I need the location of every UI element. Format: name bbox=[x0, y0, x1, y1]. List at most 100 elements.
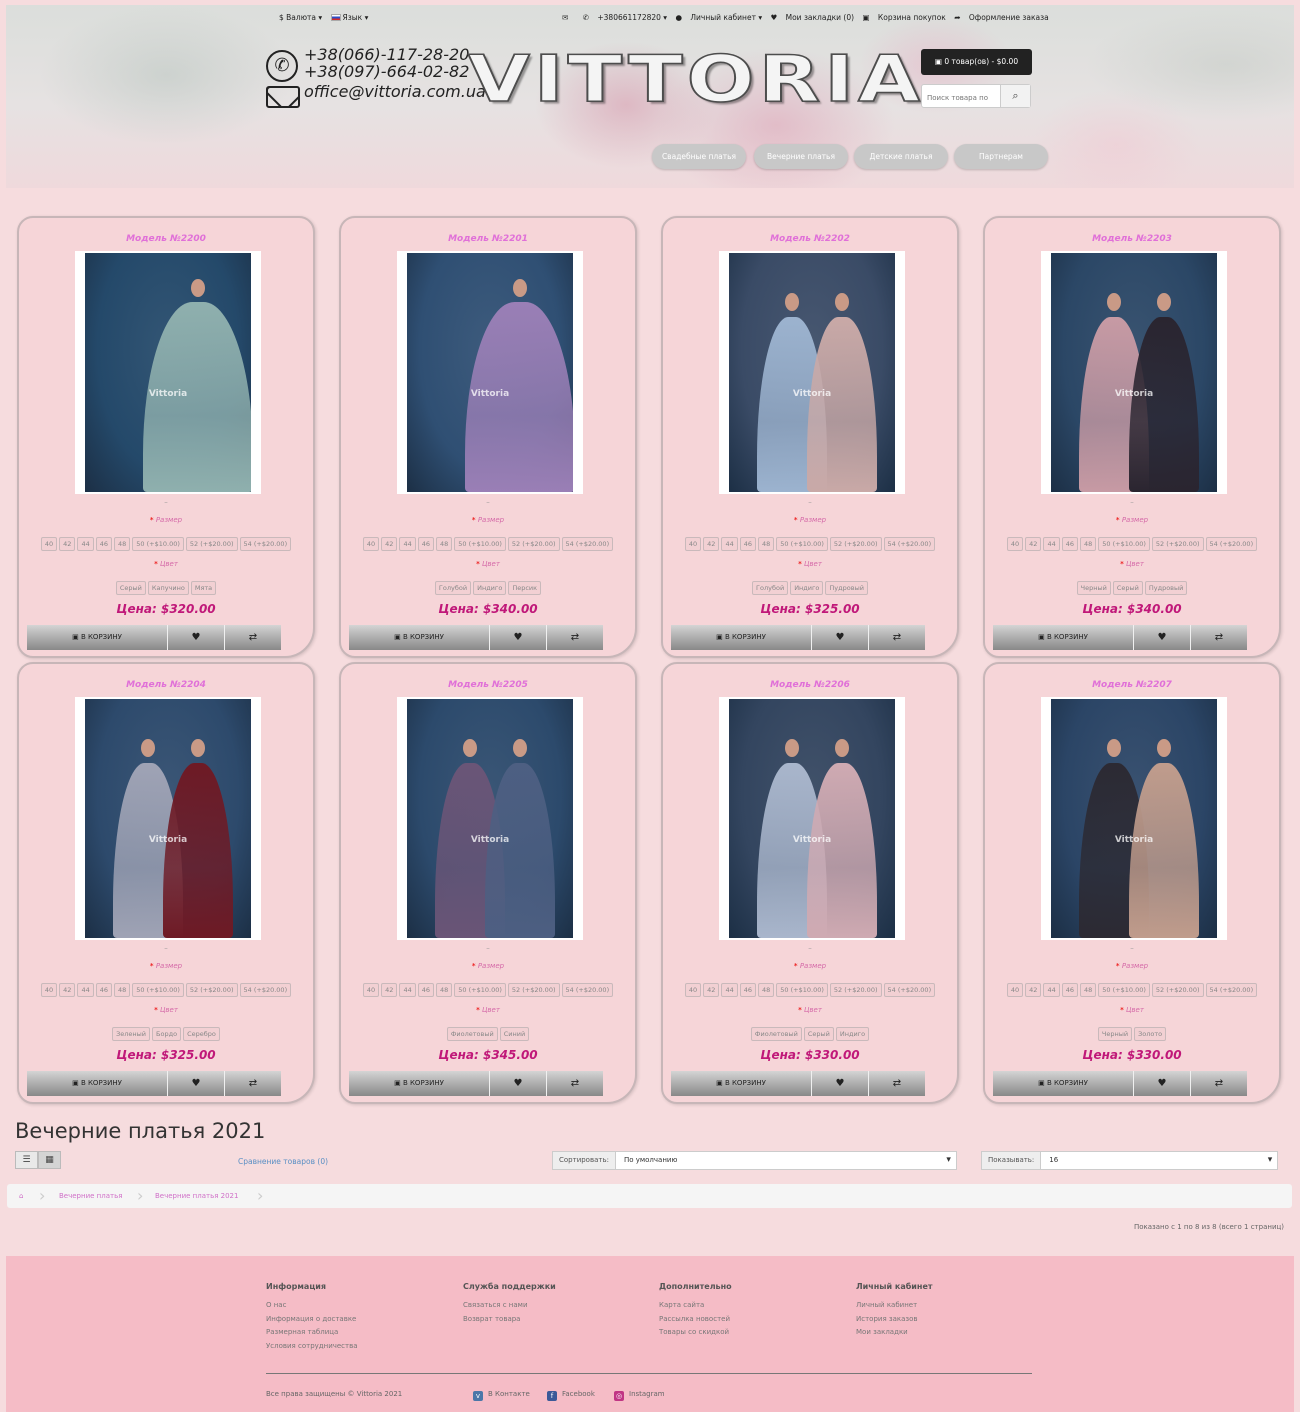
currency-dropdown[interactable]: $ Валюта ▾ bbox=[279, 13, 322, 22]
compare-button[interactable]: ⇄ bbox=[225, 625, 281, 650]
color-option[interactable]: Серебро bbox=[183, 1027, 220, 1041]
footer-link[interactable]: Товары со скидкой bbox=[659, 1326, 732, 1340]
footer-link[interactable]: Мои закладки bbox=[856, 1326, 933, 1340]
footer-link[interactable]: Возврат товара bbox=[463, 1313, 556, 1327]
product-image[interactable]: Vittoria bbox=[1041, 251, 1227, 494]
size-option[interactable]: 54 (+$20.00) bbox=[239, 983, 292, 997]
color-option[interactable]: Персик bbox=[508, 581, 542, 595]
social-facebook[interactable]: f Facebook bbox=[547, 1390, 595, 1401]
header-cart-button[interactable]: ▣ 0 товар(ов) - $0.00 bbox=[921, 49, 1032, 75]
add-to-wishlist-button[interactable]: ♥ bbox=[168, 625, 225, 650]
color-option[interactable]: Фиолетовый bbox=[446, 1027, 498, 1041]
size-option[interactable]: 48 bbox=[114, 983, 131, 997]
product-image[interactable]: Vittoria bbox=[1041, 697, 1227, 940]
footer-link[interactable]: История заказов bbox=[856, 1313, 933, 1327]
contact-phone-2[interactable]: +38(097)-664-02-82 bbox=[266, 63, 486, 80]
size-option[interactable]: 46 bbox=[1061, 983, 1078, 997]
nav-wedding-dresses[interactable]: Свадебные платья bbox=[652, 144, 746, 169]
product-title[interactable]: Модель №2206 bbox=[663, 680, 957, 690]
size-option[interactable]: 40 bbox=[362, 537, 380, 551]
color-option[interactable]: Голубой bbox=[752, 581, 789, 595]
wishlist-link[interactable]: ♥ Мои закладки (0) bbox=[771, 13, 855, 22]
size-option[interactable]: 50 (+$10.00) bbox=[776, 537, 828, 551]
add-to-cart-button[interactable]: ▣ В КОРЗИНУ bbox=[349, 1071, 490, 1096]
size-option[interactable]: 40 bbox=[362, 983, 380, 997]
size-option[interactable]: 40 bbox=[40, 983, 58, 997]
size-option[interactable]: 42 bbox=[381, 537, 398, 551]
size-option[interactable]: 50 (+$10.00) bbox=[132, 537, 184, 551]
footer-link[interactable]: Личный кабинет bbox=[856, 1299, 933, 1313]
size-option[interactable]: 42 bbox=[1025, 983, 1042, 997]
footer-link[interactable]: Рассылка новостей bbox=[659, 1313, 732, 1327]
product-image[interactable]: Vittoria bbox=[75, 251, 261, 494]
size-option[interactable]: 42 bbox=[1025, 537, 1042, 551]
size-option[interactable]: 54 (+$20.00) bbox=[239, 537, 292, 551]
color-option[interactable]: Зеленый bbox=[112, 1027, 151, 1041]
color-option[interactable]: Серый bbox=[1112, 581, 1143, 595]
size-option[interactable]: 40 bbox=[1006, 983, 1024, 997]
color-option[interactable]: Пудровый bbox=[825, 581, 868, 595]
size-option[interactable]: 44 bbox=[399, 537, 416, 551]
search-input[interactable] bbox=[922, 87, 1000, 109]
size-option[interactable]: 52 (+$20.00) bbox=[829, 983, 882, 997]
mail-link[interactable]: ✉ bbox=[562, 13, 574, 22]
size-option[interactable]: 48 bbox=[758, 983, 775, 997]
size-option[interactable]: 52 (+$20.00) bbox=[507, 537, 560, 551]
size-option[interactable]: 46 bbox=[417, 983, 434, 997]
size-option[interactable]: 40 bbox=[40, 537, 58, 551]
home-icon[interactable]: ⌂ bbox=[19, 1184, 23, 1208]
product-image[interactable]: Vittoria bbox=[719, 697, 905, 940]
footer-link[interactable]: О нас bbox=[266, 1299, 358, 1313]
footer-link[interactable]: Размерная таблица bbox=[266, 1326, 358, 1340]
compare-button[interactable]: ⇄ bbox=[225, 1071, 281, 1096]
cart-link[interactable]: ▣ Корзина покупок bbox=[862, 13, 945, 22]
color-option[interactable]: Золото bbox=[1134, 1027, 1167, 1041]
size-option[interactable]: 44 bbox=[399, 983, 416, 997]
checkout-link[interactable]: ➦ Оформление заказа bbox=[954, 13, 1049, 22]
add-to-cart-button[interactable]: ▣ В КОРЗИНУ bbox=[349, 625, 490, 650]
add-to-wishlist-button[interactable]: ♥ bbox=[812, 1071, 869, 1096]
product-title[interactable]: Модель №2203 bbox=[985, 234, 1279, 244]
language-dropdown[interactable]: Язык ▾ bbox=[330, 13, 368, 22]
color-option[interactable]: Пудровый bbox=[1144, 581, 1188, 595]
product-image[interactable]: Vittoria bbox=[397, 697, 583, 940]
compare-link[interactable]: Сравнение товаров (0) bbox=[238, 1157, 328, 1166]
size-option[interactable]: 44 bbox=[77, 983, 94, 997]
size-option[interactable]: 48 bbox=[758, 537, 775, 551]
color-option[interactable]: Серый bbox=[803, 1027, 834, 1041]
social-vk[interactable]: vВ Контакте bbox=[473, 1390, 530, 1401]
color-option[interactable]: Индиго bbox=[790, 581, 824, 595]
add-to-wishlist-button[interactable]: ♥ bbox=[1134, 1071, 1191, 1096]
size-option[interactable]: 52 (+$20.00) bbox=[507, 983, 560, 997]
breadcrumb-evening-dresses[interactable]: Вечерние платья bbox=[59, 1184, 122, 1208]
compare-button[interactable]: ⇄ bbox=[1191, 625, 1247, 650]
size-option[interactable]: 40 bbox=[684, 537, 702, 551]
size-option[interactable]: 52 (+$20.00) bbox=[1151, 983, 1204, 997]
product-image[interactable]: Vittoria bbox=[719, 251, 905, 494]
footer-link[interactable]: Условия сотрудничества bbox=[266, 1340, 358, 1354]
size-option[interactable]: 50 (+$10.00) bbox=[1098, 983, 1150, 997]
color-option[interactable]: Мята bbox=[190, 581, 217, 595]
size-option[interactable]: 54 (+$20.00) bbox=[561, 537, 614, 551]
size-option[interactable]: 40 bbox=[684, 983, 702, 997]
size-option[interactable]: 48 bbox=[436, 537, 453, 551]
nav-partners[interactable]: Партнерам bbox=[954, 144, 1048, 169]
color-option[interactable]: Голубой bbox=[434, 581, 472, 595]
size-option[interactable]: 42 bbox=[381, 983, 398, 997]
size-option[interactable]: 52 (+$20.00) bbox=[1151, 537, 1204, 551]
product-title[interactable]: Модель №2201 bbox=[341, 234, 635, 244]
color-option[interactable]: Фиолетовый bbox=[750, 1027, 802, 1041]
compare-button[interactable]: ⇄ bbox=[547, 1071, 603, 1096]
size-option[interactable]: 50 (+$10.00) bbox=[454, 983, 506, 997]
size-option[interactable]: 52 (+$20.00) bbox=[185, 983, 238, 997]
limit-select[interactable]: 16 bbox=[1041, 1151, 1279, 1170]
list-view-button[interactable]: ☰ bbox=[15, 1151, 38, 1169]
size-option[interactable]: 42 bbox=[703, 537, 720, 551]
color-option[interactable]: Капучино bbox=[147, 581, 189, 595]
size-option[interactable]: 54 (+$20.00) bbox=[1205, 537, 1258, 551]
size-option[interactable]: 44 bbox=[77, 537, 94, 551]
color-option[interactable]: Бордо bbox=[152, 1027, 182, 1041]
add-to-cart-button[interactable]: ▣ В КОРЗИНУ bbox=[993, 625, 1134, 650]
size-option[interactable]: 48 bbox=[1080, 537, 1097, 551]
size-option[interactable]: 46 bbox=[417, 537, 434, 551]
